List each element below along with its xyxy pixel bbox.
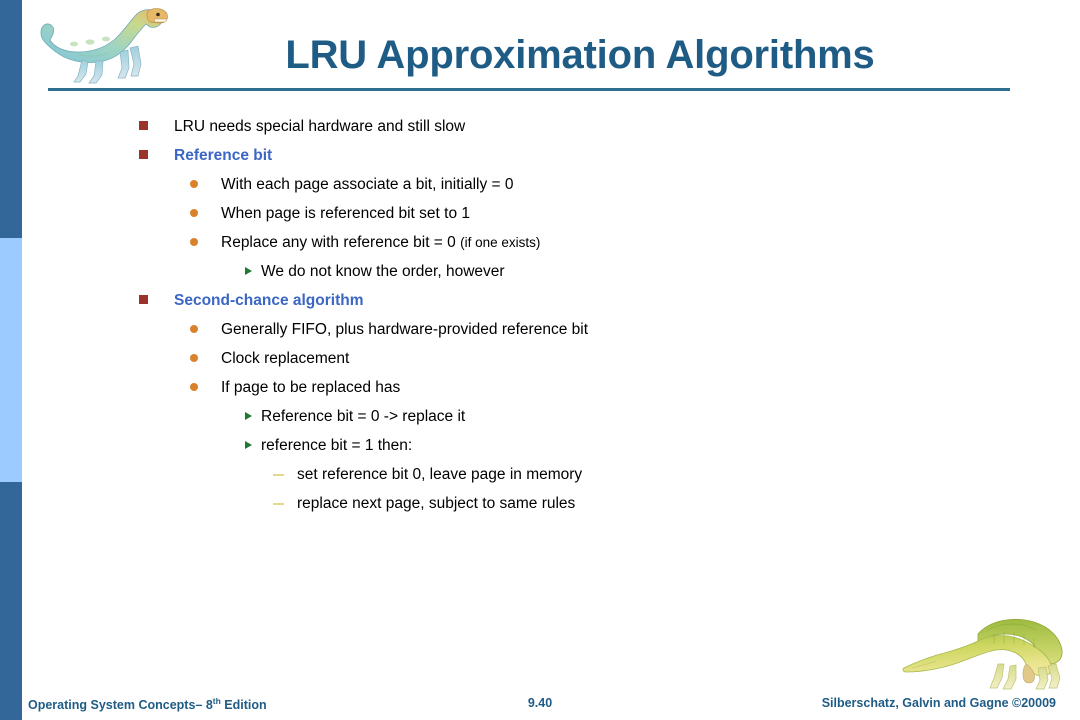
bullet-text: With each page associate a bit, initiall…: [221, 176, 514, 193]
bullet-text: Clock replacement: [221, 350, 350, 367]
dot-bullet-icon: [190, 209, 198, 217]
bullet-level2: With each page associate a bit, initiall…: [0, 170, 1080, 199]
page-title: LRU Approximation Algorithms: [285, 33, 875, 77]
bullet-text: Generally FIFO, plus hardware-provided r…: [221, 321, 588, 338]
square-bullet-icon: [139, 150, 148, 159]
dash-bullet-icon: [273, 503, 284, 505]
bullet-text: When page is referenced bit set to 1: [221, 205, 471, 222]
bullet-level1: LRU needs special hardware and still slo…: [0, 112, 1080, 141]
dash-bullet-icon: [273, 474, 284, 476]
bullet-text: Second-chance algorithm: [174, 292, 364, 309]
bullet-text: reference bit = 1 then:: [261, 437, 413, 454]
title-divider: [48, 88, 1010, 91]
bullet-level1-heading-second-chance: Second-chance algorithm: [0, 286, 1080, 315]
arrowhead-bullet-icon: [245, 267, 252, 275]
arrowhead-bullet-icon: [245, 412, 252, 420]
slide-footer: Operating System Concepts– 8th Edition 9…: [0, 696, 1080, 720]
bullet-text: replace next page, subject to same rules: [297, 495, 576, 512]
bullet-text: Replace any with reference bit = 0 (if o…: [221, 228, 1080, 257]
dot-bullet-icon: [190, 180, 198, 188]
bullet-text: set reference bit 0, leave page in memor…: [297, 466, 583, 483]
bullet-level2: If page to be replaced has: [0, 373, 1080, 402]
bullet-text-main: Replace any with reference bit = 0: [221, 234, 461, 251]
bullet-level4: replace next page, subject to same rules: [0, 489, 1080, 518]
slide-body: LRU needs special hardware and still slo…: [0, 112, 1080, 518]
bullet-text: We do not know the order, however: [261, 263, 505, 280]
bullet-level3: Reference bit = 0 -> replace it: [0, 402, 1080, 431]
square-bullet-icon: [139, 295, 148, 304]
bullet-text: Reference bit = 0 -> replace it: [261, 408, 466, 425]
slide-header: LRU Approximation Algorithms: [0, 0, 1080, 96]
bullet-level2: Clock replacement: [0, 344, 1080, 373]
bullet-level1-heading-reference-bit: Reference bit: [0, 141, 1080, 170]
dot-bullet-icon: [190, 238, 198, 246]
bullet-level4: set reference bit 0, leave page in memor…: [0, 460, 1080, 489]
bullet-level3: We do not know the order, however: [0, 257, 1080, 286]
dot-bullet-icon: [190, 354, 198, 362]
bullet-text: Reference bit: [174, 147, 273, 164]
bullet-text: If page to be replaced has: [221, 379, 401, 396]
bullet-level2: When page is referenced bit set to 1: [0, 199, 1080, 228]
bullet-text: LRU needs special hardware and still slo…: [174, 118, 466, 135]
bullet-text-note: (if one exists): [460, 235, 541, 250]
arrowhead-bullet-icon: [245, 441, 252, 449]
square-bullet-icon: [139, 121, 148, 130]
dot-bullet-icon: [190, 383, 198, 391]
bullet-level2: Generally FIFO, plus hardware-provided r…: [0, 315, 1080, 344]
dot-bullet-icon: [190, 325, 198, 333]
bullet-level3: reference bit = 1 then:: [0, 431, 1080, 460]
bullet-level2: Replace any with reference bit = 0 (if o…: [0, 228, 1080, 257]
footer-copyright: Silberschatz, Galvin and Gagne ©20009: [821, 696, 1056, 710]
dinosaur-illustration-bottom: [898, 612, 1074, 692]
